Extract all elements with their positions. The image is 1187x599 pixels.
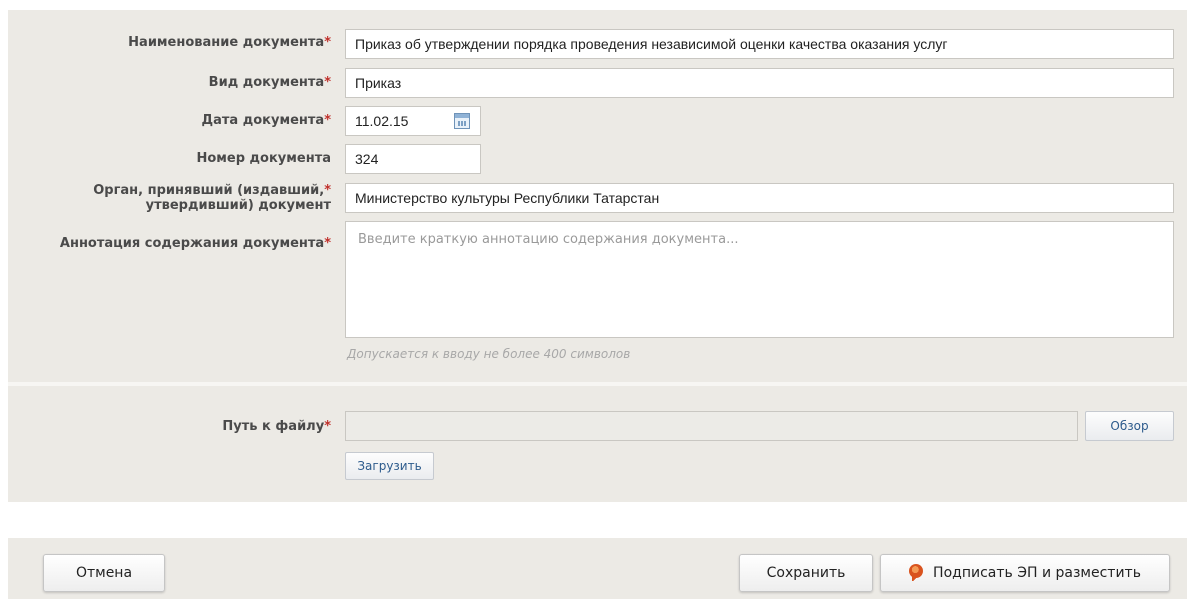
doc-annotation-textarea[interactable]: Введите краткую аннотацию содержания док… <box>345 221 1174 338</box>
sign-and-publish-button[interactable]: Подписать ЭП и разместить <box>880 554 1170 592</box>
doc-authority-label: Орган, принявший (издавший,* утвердивший… <box>93 183 331 213</box>
cancel-button[interactable]: Отмена <box>43 554 165 592</box>
doc-date-label: Дата документа* <box>201 113 331 128</box>
upload-button[interactable]: Загрузить <box>345 452 434 480</box>
file-upload-panel <box>8 386 1187 502</box>
doc-type-label: Вид документа* <box>208 75 331 90</box>
doc-authority-field[interactable]: Министерство культуры Республики Татарст… <box>345 183 1174 213</box>
seal-icon <box>909 564 924 581</box>
browse-button[interactable]: Обзор <box>1085 411 1174 441</box>
doc-number-label: Номер документа <box>196 151 331 166</box>
doc-number-field[interactable]: 324 <box>345 144 481 174</box>
annotation-limit-hint: Допускается к вводу не более 400 символо… <box>347 347 631 361</box>
doc-type-field[interactable]: Приказ <box>345 68 1174 98</box>
file-path-input[interactable] <box>345 411 1078 441</box>
doc-annotation-label: Аннотация содержания документа* <box>59 236 331 251</box>
calendar-icon[interactable] <box>454 113 470 129</box>
file-path-label: Путь к файлу* <box>222 419 331 434</box>
doc-name-field[interactable]: Приказ об утверждении порядка проведения… <box>345 29 1174 59</box>
sign-and-publish-label: Подписать ЭП и разместить <box>933 565 1141 581</box>
doc-name-label: Наименование документа* <box>128 35 331 50</box>
save-button[interactable]: Сохранить <box>739 554 873 592</box>
